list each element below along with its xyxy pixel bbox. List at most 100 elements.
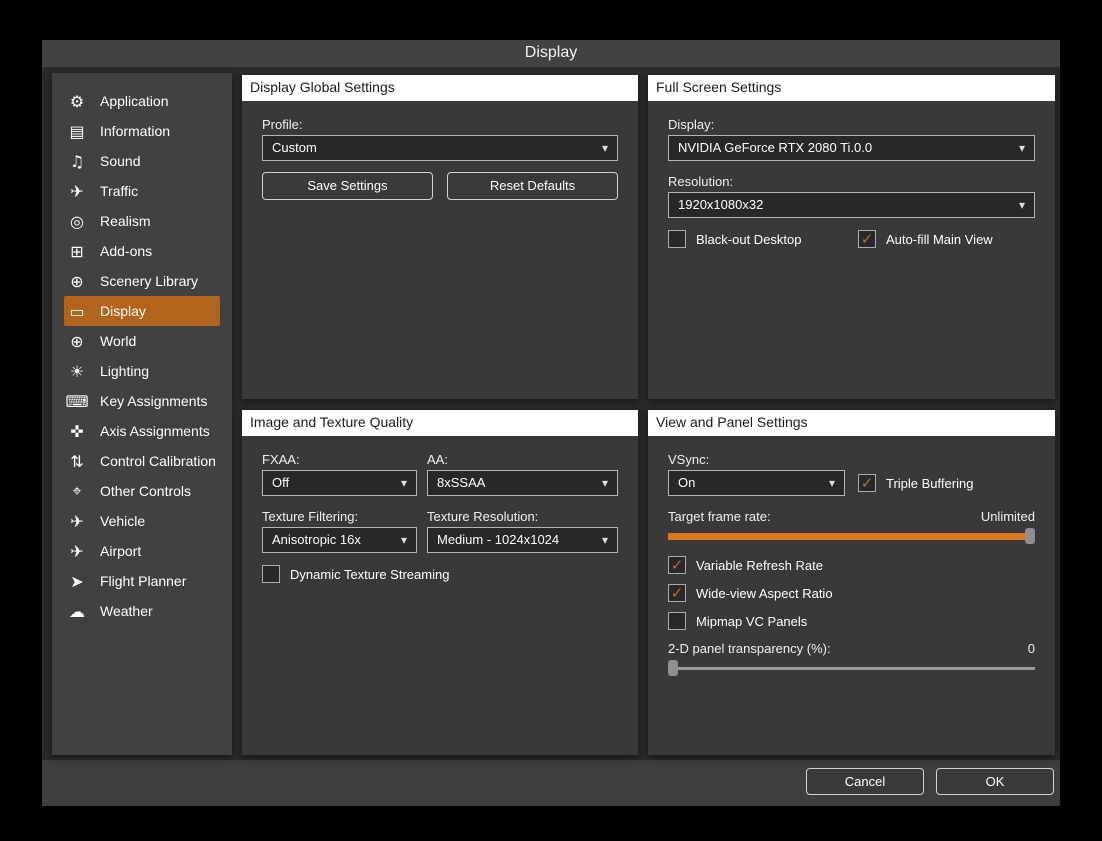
fxaa-label: FXAA: [262,452,300,467]
sidebar-item-weather[interactable]: ☁ Weather [64,596,220,626]
sidebar-item-label: Sound [100,153,140,169]
sidebar-item-label: Realism [100,213,151,229]
wide-view-aspect-ratio-checkbox[interactable]: ✓ Wide-view Aspect Ratio [668,584,833,602]
resolution-label: Resolution: [668,174,733,189]
panel-display-global-settings: Display Global Settings Profile: Custom … [242,75,638,399]
window-title: Display [42,40,1060,67]
checkbox-box[interactable]: ✓ [858,230,876,248]
panel-transparency-value: 0 [975,641,1035,656]
airport-plane-icon: ✈ [64,542,90,561]
slider-thumb[interactable] [1025,528,1035,544]
resolution-dropdown[interactable]: 1920x1080x32 [668,192,1035,218]
slider-track[interactable] [668,533,1035,540]
checkbox-box[interactable]: ✓ [668,584,686,602]
sidebar-item-display[interactable]: ▭ Display [64,296,220,326]
sidebar-item-airport[interactable]: ✈ Airport [64,536,220,566]
sidebar-item-sound[interactable]: ♫ Sound [64,146,220,176]
slider-thumb[interactable] [668,660,678,676]
sidebar-item-label: Display [100,303,146,319]
display-adapter-dropdown[interactable]: NVIDIA GeForce RTX 2080 Ti.0.0 [668,135,1035,161]
vsync-label: VSync: [668,452,709,467]
fxaa-dropdown-value: Off [272,475,289,490]
checkbox-box[interactable]: ✓ [668,556,686,574]
panel-title: Display Global Settings [242,75,638,101]
aa-dropdown-value: 8xSSAA [437,475,485,490]
target-frame-rate-slider[interactable] [668,528,1035,544]
panel-title: Full Screen Settings [648,75,1055,101]
display-adapter-dropdown-value: NVIDIA GeForce RTX 2080 Ti.0.0 [678,140,872,155]
sidebar-item-vehicle[interactable]: ✈Vehicle [64,506,220,536]
target-frame-rate-label: Target frame rate: [668,509,771,524]
sliders-icon: ⇅ [64,452,90,471]
sidebar-item-realism[interactable]: ◎ Realism [64,206,220,236]
fxaa-dropdown[interactable]: Off [262,470,417,496]
sidebar-item-axis-assignments[interactable]: ✜ Axis Assignments [64,416,220,446]
slider-track[interactable] [668,667,1035,670]
display-adapter-label: Display: [668,117,714,132]
sidebar-item-label: Axis Assignments [100,423,210,439]
texture-filtering-label: Texture Filtering: [262,509,358,524]
aa-dropdown[interactable]: 8xSSAA [427,470,618,496]
sidebar-item-key-assignments[interactable]: ⌨ Key Assignments [64,386,220,416]
addon-box-icon: ⊞ [64,242,90,261]
joystick-icon: ✜ [64,422,90,441]
texture-resolution-dropdown[interactable]: Medium - 1024x1024 [427,527,618,553]
vsync-dropdown-value: On [678,475,695,490]
ok-button[interactable]: OK [936,768,1054,795]
texture-resolution-label: Texture Resolution: [427,509,538,524]
mouse-icon: ⌖ [64,481,90,501]
sidebar-item-label: Airport [100,543,141,559]
sidebar-item-label: Weather [100,603,153,619]
checkbox-box[interactable] [668,612,686,630]
resolution-dropdown-value: 1920x1080x32 [678,197,763,212]
checkbox-label: Mipmap VC Panels [696,614,807,629]
panel-transparency-slider[interactable] [668,660,1035,676]
sidebar-item-control-calibration[interactable]: ⇅ Control Calibration [64,446,220,476]
sidebar-item-application[interactable]: ⚙ Application [64,86,220,116]
sidebar-item-world[interactable]: ⊕World [64,326,220,356]
sidebar-item-other-controls[interactable]: ⌖Other Controls [64,476,220,506]
sidebar-item-lighting[interactable]: ☀Lighting [64,356,220,386]
save-settings-button[interactable]: Save Settings [262,172,433,200]
triple-buffering-checkbox[interactable]: ✓ Triple Buffering [858,474,973,492]
sidebar-item-label: Application [100,93,169,109]
profile-label: Profile: [262,117,302,132]
globe-box-icon: ⊕ [64,272,90,291]
panel-title: Image and Texture Quality [242,410,638,436]
texture-filtering-dropdown[interactable]: Anisotropic 16x [262,527,417,553]
weather-cloud-icon: ☁ [64,602,90,621]
profile-dropdown[interactable]: Custom [262,135,618,161]
sidebar-item-label: Key Assignments [100,393,207,409]
checkbox-box[interactable]: ✓ [858,474,876,492]
planes-icon: ✈ [64,182,90,201]
checkbox-box[interactable] [668,230,686,248]
settings-window: Display ⚙Application▤Information♫Sound✈T… [42,40,1060,806]
panel-image-texture-quality: Image and Texture Quality FXAA: AA: Off … [242,410,638,755]
reset-defaults-button[interactable]: Reset Defaults [447,172,618,200]
speaker-icon: ♫ [64,152,90,171]
sidebar-item-label: Flight Planner [100,573,186,589]
blackout-desktop-checkbox[interactable]: Black-out Desktop [668,230,802,248]
dynamic-texture-streaming-checkbox[interactable]: Dynamic Texture Streaming [262,565,449,583]
panel-view-panel-settings: View and Panel Settings VSync: On ✓ Trip… [648,410,1055,755]
aa-label: AA: [427,452,448,467]
monitor-icon: ▭ [64,302,90,321]
autofill-main-view-checkbox[interactable]: ✓ Auto-fill Main View [858,230,993,248]
keyboard-icon: ⌨ [64,392,90,411]
sidebar-item-flight-planner[interactable]: ➤Flight Planner [64,566,220,596]
vsync-dropdown[interactable]: On [668,470,845,496]
checkbox-box[interactable] [262,565,280,583]
sidebar-item-information[interactable]: ▤Information [64,116,220,146]
sidebar-item-label: Lighting [100,363,149,379]
sidebar-item-add-ons[interactable]: ⊞Add-ons [64,236,220,266]
gears-icon: ⚙ [64,92,90,111]
panel-transparency-label: 2-D panel transparency (%): [668,641,831,656]
mipmap-vc-panels-checkbox[interactable]: Mipmap VC Panels [668,612,807,630]
sidebar-item-scenery-library[interactable]: ⊕Scenery Library [64,266,220,296]
sidebar-item-label: Control Calibration [100,453,216,469]
variable-refresh-rate-checkbox[interactable]: ✓ Variable Refresh Rate [668,556,823,574]
sidebar-item-traffic[interactable]: ✈Traffic [64,176,220,206]
checkbox-label: Black-out Desktop [696,232,802,247]
cancel-button[interactable]: Cancel [806,768,924,795]
gauge-icon: ◎ [64,212,90,231]
